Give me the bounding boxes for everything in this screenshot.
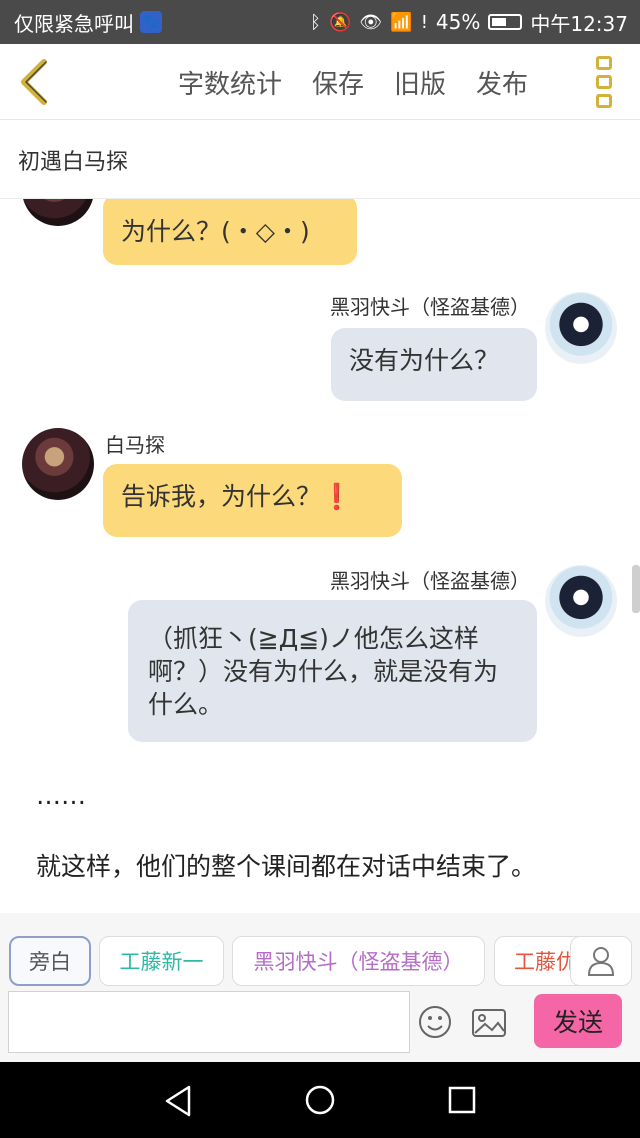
old-version-button[interactable]: 旧版 [394, 64, 446, 101]
user-icon [587, 947, 615, 976]
message-input[interactable] [8, 991, 410, 1053]
eye-icon: 👁 [359, 11, 383, 33]
carrier-text: 仅限紧急呼叫 [14, 11, 134, 36]
speaker-name-hakuba: 白马探 [105, 433, 165, 457]
vertical-dots-icon [596, 56, 612, 70]
message-bubble[interactable]: 没有为什么？ [331, 328, 537, 401]
image-icon [472, 1009, 506, 1037]
avatar-kaito[interactable] [545, 292, 617, 364]
battery-percent: 45% [435, 10, 481, 34]
vertical-dots-icon [596, 94, 612, 108]
story-title-text: 初遇白马探 [18, 149, 129, 175]
send-label: 发送 [552, 1008, 603, 1037]
avatar-hakuba[interactable] [22, 428, 94, 500]
narration-text[interactable]: 就这样，他们的整个课间都在对话中结束了。 [36, 847, 536, 883]
chevron-left-icon [21, 59, 47, 105]
nav-home-button[interactable] [304, 1084, 336, 1120]
vertical-dots-icon [596, 75, 612, 89]
triangle-back-icon [165, 1085, 191, 1117]
message-bubble[interactable]: 告诉我，为什么？❗ [103, 464, 402, 537]
send-button[interactable]: 发送 [534, 994, 622, 1048]
role-label: 工藤优 [514, 950, 577, 974]
publish-button[interactable]: 发布 [476, 64, 528, 101]
role-label: 黑羽快斗（怪盗基德） [253, 950, 464, 974]
smiley-icon [419, 1006, 451, 1038]
narration-ellipsis[interactable]: …… [36, 781, 86, 810]
message-bubble[interactable]: 为什么？(・◇・) [103, 199, 357, 265]
story-title[interactable]: 初遇白马探 [0, 121, 640, 199]
circle-home-icon [305, 1085, 335, 1115]
message-text: 没有为什么？ [349, 346, 500, 375]
role-chip-narrator[interactable]: 旁白 [9, 936, 91, 986]
role-chip-kuroba-kaito[interactable]: 黑羽快斗（怪盗基德） [232, 936, 485, 986]
save-button[interactable]: 保存 [312, 64, 364, 101]
header-actions: 字数统计 保存 旧版 发布 [178, 44, 558, 120]
bluetooth-icon: ᛒ [310, 11, 321, 33]
manage-roles-button[interactable] [570, 936, 632, 986]
back-button[interactable] [16, 58, 56, 106]
chat-area[interactable]: 为什么？(・◇・) 黑羽快斗（怪盗基德） 没有为什么？ 白马探 告诉我，为什么？… [0, 199, 640, 912]
nav-back-button[interactable] [163, 1084, 193, 1122]
system-nav-bar [0, 1062, 640, 1138]
message-text: （抓狂丶(≧Д≦)ノ他怎么这样啊？）没有为什么，就是没有为什么。 [148, 624, 499, 719]
exclamation-emoji: ❗ [321, 482, 353, 511]
mute-icon: 🔕 [328, 11, 352, 33]
emoji-button[interactable] [418, 1005, 452, 1039]
alert-icon: ! [420, 11, 428, 33]
role-chip-kudo-shinichi[interactable]: 工藤新一 [99, 936, 224, 986]
image-button[interactable] [471, 1007, 507, 1039]
role-selector: 旁白 工藤新一 黑羽快斗（怪盗基德） 工藤优 [0, 913, 640, 989]
avatar-hakuba[interactable] [22, 199, 94, 226]
square-recent-icon [448, 1086, 476, 1114]
message-text: 为什么？(・◇・) [121, 217, 310, 246]
scrollbar-thumb[interactable] [632, 565, 640, 613]
wifi-icon: 📶 [390, 11, 413, 33]
word-count-button[interactable]: 字数统计 [178, 64, 282, 101]
message-bubble[interactable]: （抓狂丶(≧Д≦)ノ他怎么这样啊？）没有为什么，就是没有为什么。 [128, 600, 537, 742]
avatar-kaito[interactable] [545, 565, 617, 637]
baidu-paw-icon: 🐾 [140, 11, 162, 33]
input-row: 发送 [0, 989, 640, 1062]
nav-recent-button[interactable] [448, 1086, 476, 1118]
battery-icon [488, 14, 523, 30]
role-label: 工藤新一 [119, 950, 204, 974]
status-bar: 仅限紧急呼叫 🐾 ᛒ 🔕 👁 📶 ! 45% 中午12:37 [0, 0, 640, 44]
app-header: 字数统计 保存 旧版 发布 [0, 44, 640, 120]
speaker-name-kaito: 黑羽快斗（怪盗基德） [330, 569, 530, 593]
message-text: 告诉我，为什么？ [121, 482, 322, 511]
speaker-name-kaito: 黑羽快斗（怪盗基德） [330, 295, 530, 319]
status-left: 仅限紧急呼叫 🐾 [14, 8, 162, 37]
status-right: ᛒ 🔕 👁 📶 ! 45% 中午12:37 [310, 8, 628, 37]
clock: 中午12:37 [530, 11, 628, 36]
role-label: 旁白 [29, 950, 71, 974]
more-menu-button[interactable] [596, 56, 614, 108]
